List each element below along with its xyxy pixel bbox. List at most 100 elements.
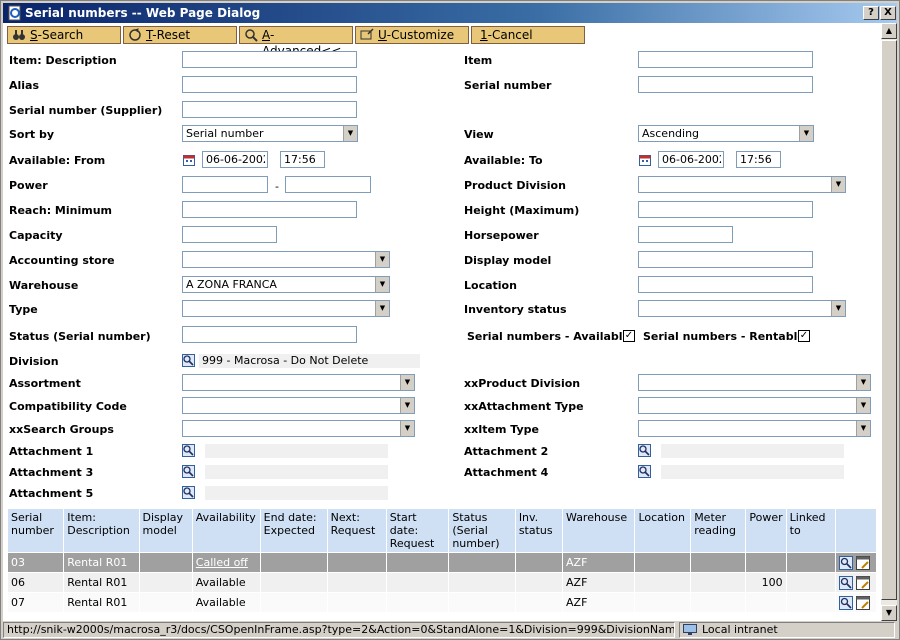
sort-by-select[interactable]: Serial number ▼ xyxy=(182,125,358,142)
chevron-down-icon[interactable]: ▼ xyxy=(375,252,389,267)
edit-calendar-icon[interactable] xyxy=(855,555,870,570)
column-header[interactable]: Meter reading xyxy=(690,508,747,553)
lookup-icon[interactable] xyxy=(182,354,195,367)
security-zone-label: Local intranet xyxy=(702,623,778,636)
cell-availability-link[interactable]: Called off xyxy=(191,552,261,573)
status-serial-number-input[interactable] xyxy=(182,326,357,343)
compatibility-code-select[interactable]: ▼ xyxy=(182,397,415,414)
window-title: Serial numbers -- Web Page Dialog xyxy=(25,6,261,20)
xx-search-groups-select[interactable]: ▼ xyxy=(182,420,415,437)
reset-button[interactable]: T-Reset xyxy=(123,26,237,44)
calendar-icon[interactable] xyxy=(639,155,651,166)
cancel-button[interactable]: 1-Cancel xyxy=(471,26,585,44)
lookup-icon[interactable] xyxy=(182,486,195,499)
location-input[interactable] xyxy=(638,276,813,293)
close-button[interactable]: X xyxy=(880,6,896,20)
xx-attachment-type-select[interactable]: ▼ xyxy=(638,397,871,414)
column-header[interactable]: Status (Serial number) xyxy=(448,508,516,553)
inventory-status-select[interactable]: ▼ xyxy=(638,300,846,317)
capacity-input[interactable] xyxy=(182,226,277,243)
product-division-select[interactable]: ▼ xyxy=(638,176,846,193)
scroll-down-arrow-icon[interactable]: ▼ xyxy=(881,605,897,621)
edit-calendar-icon[interactable] xyxy=(855,595,870,610)
chevron-down-icon[interactable]: ▼ xyxy=(799,126,813,141)
lookup-icon[interactable] xyxy=(638,465,651,478)
column-header[interactable]: Warehouse xyxy=(562,508,636,553)
xx-product-division-select[interactable]: ▼ xyxy=(638,374,871,391)
column-header[interactable]: Location xyxy=(634,508,692,553)
scroll-up-arrow-icon[interactable]: ▲ xyxy=(881,23,897,39)
serial-number-label: Serial number xyxy=(464,79,552,92)
ie-page-icon xyxy=(8,5,21,21)
help-button[interactable]: ? xyxy=(863,6,879,20)
detail-lookup-icon[interactable] xyxy=(838,555,853,570)
sn-rentable-checkbox[interactable]: ✓ xyxy=(798,330,810,342)
warehouse-select[interactable]: A ZONA FRANCA ▼ xyxy=(182,276,390,293)
serial-number-input[interactable] xyxy=(638,76,813,93)
search-button[interactable]: S-Search xyxy=(7,26,121,44)
table-row[interactable]: 07 Rental R01 Available AZF xyxy=(6,592,878,613)
item-input[interactable] xyxy=(638,51,813,68)
available-to-date[interactable] xyxy=(658,151,724,168)
column-header[interactable]: Next: Request xyxy=(326,508,387,553)
reach-minimum-input[interactable] xyxy=(182,201,357,218)
chevron-down-icon[interactable]: ▼ xyxy=(375,301,389,316)
scrollbar-thumb[interactable] xyxy=(881,40,897,600)
chevron-down-icon[interactable]: ▼ xyxy=(400,421,414,436)
height-maximum-input[interactable] xyxy=(638,201,813,218)
horsepower-input[interactable] xyxy=(638,226,733,243)
available-to-label: Available: To xyxy=(464,154,543,167)
lookup-icon[interactable] xyxy=(182,444,195,457)
power-to-input[interactable] xyxy=(285,176,371,193)
power-from-input[interactable] xyxy=(182,176,268,193)
cell-power: 100 xyxy=(745,572,787,593)
vertical-scrollbar[interactable]: ▲ ▼ xyxy=(881,23,897,621)
chevron-down-icon[interactable]: ▼ xyxy=(400,398,414,413)
alias-label: Alias xyxy=(9,79,40,92)
cell-serial: 06 xyxy=(6,572,65,593)
column-header[interactable]: Serial number xyxy=(6,508,65,553)
column-header[interactable]: Power xyxy=(745,508,787,553)
item-description-input[interactable] xyxy=(182,51,357,68)
dialog-content: S-Search T-Reset A-Advanced<< U-Customiz… xyxy=(3,23,881,621)
available-from-date[interactable] xyxy=(202,151,268,168)
detail-lookup-icon[interactable] xyxy=(838,595,853,610)
advanced-button[interactable]: A-Advanced<< xyxy=(239,26,353,58)
table-row[interactable]: 06 Rental R01 Available AZF 100 xyxy=(6,572,878,593)
calendar-icon[interactable] xyxy=(183,155,195,166)
available-to-time[interactable] xyxy=(736,151,781,168)
column-header[interactable]: End date: Expected xyxy=(259,508,328,553)
chevron-down-icon[interactable]: ▼ xyxy=(856,398,870,413)
column-header[interactable]: Linked to xyxy=(785,508,836,553)
column-header[interactable]: Availability xyxy=(191,508,261,553)
column-header[interactable]: Inv. status xyxy=(514,508,564,553)
assortment-select[interactable]: ▼ xyxy=(182,374,415,391)
accounting-store-select[interactable]: ▼ xyxy=(182,251,390,268)
chevron-down-icon[interactable]: ▼ xyxy=(831,301,845,316)
alias-input[interactable] xyxy=(182,76,357,93)
column-header[interactable]: Item: Description xyxy=(63,508,140,553)
detail-lookup-icon[interactable] xyxy=(838,575,853,590)
edit-calendar-icon[interactable] xyxy=(855,575,870,590)
sn-available-checkbox[interactable]: ✓ xyxy=(623,330,635,342)
chevron-down-icon[interactable]: ▼ xyxy=(343,126,357,141)
display-model-input[interactable] xyxy=(638,251,813,268)
lookup-icon[interactable] xyxy=(638,444,651,457)
column-header[interactable]: Start date: Request xyxy=(385,508,450,553)
chevron-down-icon[interactable]: ▼ xyxy=(831,177,845,192)
chevron-down-icon[interactable]: ▼ xyxy=(856,375,870,390)
available-from-time[interactable] xyxy=(280,151,325,168)
xx-item-type-select[interactable]: ▼ xyxy=(638,420,871,437)
serial-number-supplier-input[interactable] xyxy=(182,101,357,118)
column-header[interactable]: Display model xyxy=(138,508,193,553)
lookup-icon[interactable] xyxy=(182,465,195,478)
warehouse-label: Warehouse xyxy=(9,279,79,292)
table-row[interactable]: 03 Rental R01 Called off AZF xyxy=(6,552,878,573)
chevron-down-icon[interactable]: ▼ xyxy=(375,277,389,292)
attachment-4-value xyxy=(661,465,844,479)
chevron-down-icon[interactable]: ▼ xyxy=(856,421,870,436)
type-select[interactable]: ▼ xyxy=(182,300,390,317)
customize-button[interactable]: U-Customize xyxy=(355,26,469,44)
chevron-down-icon[interactable]: ▼ xyxy=(400,375,414,390)
view-select[interactable]: Ascending ▼ xyxy=(638,125,814,142)
